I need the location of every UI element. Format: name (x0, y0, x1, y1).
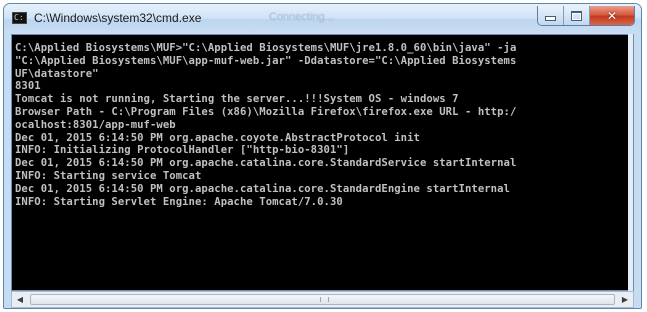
console-line: UF\datastore" (15, 67, 99, 80)
console-lines: C:\Applied Biosystems\MUF>"C:\Applied Bi… (15, 42, 633, 208)
console-icon: C: (12, 12, 27, 24)
console-line: INFO: Initializing ProtocolHandler ["htt… (15, 144, 350, 157)
close-icon: ✕ (606, 8, 618, 23)
window-title: C:\Windows\system32\cmd.exe (34, 11, 202, 25)
console-line: "C:\Applied Biosystems\MUF\app-muf-web.j… (15, 54, 517, 67)
scroll-left-button[interactable]: ◀ (12, 292, 28, 307)
console-line: Tomcat is not running, Starting the serv… (15, 93, 459, 106)
cmd-window: C: C:\Windows\system32\cmd.exe Connectin… (3, 3, 642, 309)
minimize-icon (545, 16, 556, 21)
window-controls: ✕ (537, 6, 635, 26)
title-bar[interactable]: C: C:\Windows\system32\cmd.exe Connectin… (4, 4, 641, 34)
horizontal-scrollbar[interactable]: ◀ ▶ (11, 291, 634, 308)
console-line: Dec 01, 2015 6:14:50 PM org.apache.coyot… (15, 131, 420, 144)
console-line: INFO: Starting Servlet Engine: Apache To… (15, 195, 343, 208)
console-line: Dec 01, 2015 6:14:50 PM org.apache.catal… (15, 157, 517, 170)
console-line: 8301 (15, 80, 41, 93)
console-line: C:\Applied Biosystems\MUF>"C:\Applied Bi… (15, 42, 517, 54)
console-line: Browser Path - C:\Program Files (x86)\Mo… (15, 105, 517, 118)
vertical-scrollbar[interactable] (628, 34, 633, 291)
close-button[interactable]: ✕ (590, 6, 634, 25)
background-window-title: Connecting... (269, 11, 334, 23)
minimize-button[interactable] (538, 6, 564, 25)
maximize-button[interactable] (564, 6, 590, 25)
console-line: INFO: Starting service Tomcat (15, 169, 202, 182)
arrow-left-icon: ◀ (16, 295, 24, 304)
console-line: ocalhost:8301/app-muf-web (15, 118, 176, 131)
scroll-right-button[interactable]: ▶ (617, 292, 633, 307)
grip-icon (320, 297, 329, 302)
maximize-icon (571, 10, 582, 21)
console-output[interactable]: C:\Applied Biosystems\MUF>"C:\Applied Bi… (11, 34, 634, 291)
arrow-right-icon: ▶ (621, 295, 629, 304)
console-line: Dec 01, 2015 6:14:50 PM org.apache.catal… (15, 182, 510, 195)
scroll-thumb[interactable] (30, 294, 615, 305)
